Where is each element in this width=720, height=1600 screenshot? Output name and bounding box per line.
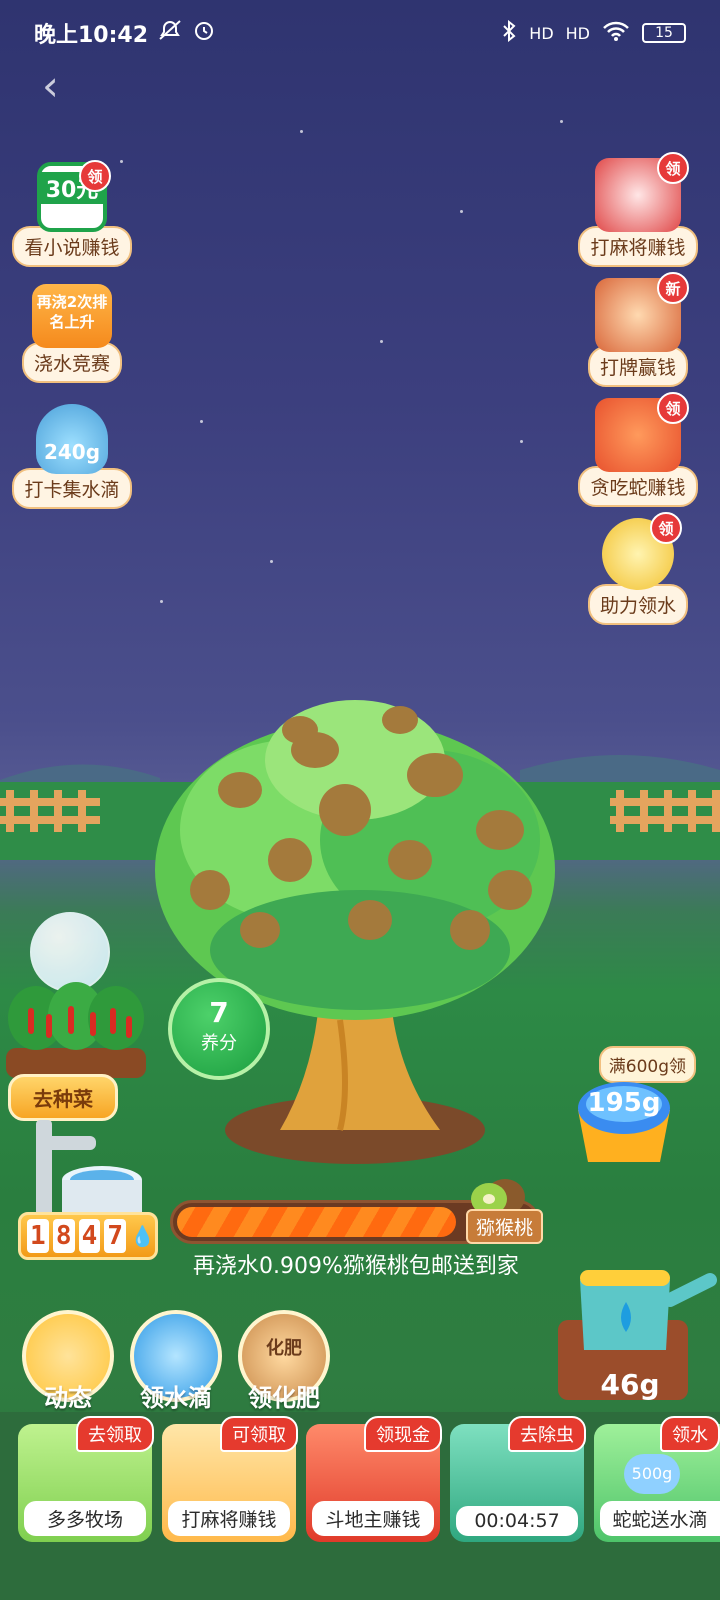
water-drop-icon: 💧 [130, 1224, 155, 1248]
water-jar-icon: 领 [602, 512, 682, 590]
task-label: 助力领水 [587, 584, 688, 625]
claim-badge: 领 [79, 160, 111, 192]
game-mahjong[interactable]: 可领取 打麻将赚钱 [162, 1416, 298, 1542]
task-watering-contest[interactable]: 再浇2次排名上升 浇水竞赛 [12, 284, 132, 383]
game-label: 打麻将赚钱 [168, 1501, 290, 1536]
game-farm[interactable]: 去领取 多多牧场 [18, 1416, 154, 1542]
back-arrow-icon[interactable]: ‹ [42, 65, 82, 107]
watering-can-button[interactable]: 46g [550, 1240, 720, 1410]
harvest-progress-bar: 猕猴桃 [170, 1179, 543, 1244]
task-label: 打麻将赚钱 [578, 226, 698, 267]
task-read-novel[interactable]: 30元 领 看小说赚钱 [12, 160, 132, 267]
activity-button[interactable]: 动态 [18, 1310, 118, 1413]
game-tag: 领现金 [364, 1416, 442, 1452]
game-doudizhu[interactable]: 领现金 斗地主赚钱 [306, 1416, 442, 1542]
alarm-icon [192, 18, 216, 48]
signal-hd-1: HD [529, 23, 554, 43]
water-collector[interactable]: 满600g领 195g [574, 1046, 704, 1176]
fruit-name: 猕猴桃 [465, 1209, 543, 1244]
game-snake-water[interactable]: 500g 领水 蛇蛇送水滴 [594, 1416, 720, 1542]
get-fertilizer-label: 领化肥 [248, 1384, 320, 1412]
water-bottle-icon: 240g [36, 404, 108, 474]
new-badge: 新 [657, 272, 689, 304]
game-label: 蛇蛇送水滴 [600, 1501, 720, 1536]
task-mahjong[interactable]: 领 打麻将赚钱 [578, 152, 698, 267]
snake-icon: 领 [595, 392, 689, 472]
rank-up-icon: 再浇2次排名上升 [32, 284, 112, 348]
water-500g-icon: 500g [624, 1454, 680, 1494]
task-label: 打卡集水滴 [12, 468, 132, 509]
nutrient-badge[interactable]: 7 养分 [168, 978, 270, 1080]
task-label: 浇水竞赛 [21, 342, 122, 383]
game-tag: 去领取 [76, 1416, 154, 1452]
fortune-god-icon: 新 [595, 272, 689, 352]
kiwi-tree[interactable] [140, 690, 580, 1180]
get-water-button[interactable]: 领水滴 [126, 1310, 226, 1413]
lucky-cat-icon: 领 [595, 152, 689, 232]
clock: 晚上10:42 [34, 23, 149, 48]
game-label: 斗地主赚钱 [312, 1501, 434, 1536]
water-amount: 195g [587, 1088, 661, 1118]
water-remaining: 46g [600, 1368, 660, 1401]
get-fertilizer-button[interactable]: 化肥 领化肥 [234, 1310, 334, 1413]
game-tag: 领水 [660, 1416, 720, 1452]
chili-plants-icon [6, 982, 146, 1078]
task-label: 看小说赚钱 [12, 226, 132, 267]
task-snake[interactable]: 领 贪吃蛇赚钱 [578, 392, 698, 507]
bluetooth-icon [501, 19, 517, 46]
nutrient-label: 养分 [201, 1033, 237, 1054]
battery-icon: 15 [642, 23, 686, 43]
mute-icon [158, 19, 182, 47]
task-checkin-water[interactable]: 240g 打卡集水滴 [12, 404, 132, 509]
task-help-water[interactable]: 领 助力领水 [578, 512, 698, 625]
claim-badge: 领 [657, 392, 689, 424]
task-label: 打牌赢钱 [587, 346, 688, 387]
claim-badge: 领 [650, 512, 682, 544]
status-bar: 晚上10:42 HD HD 15 [0, 0, 720, 66]
claim-badge: 领 [657, 152, 689, 184]
game-label: 多多牧场 [24, 1501, 146, 1536]
progress-fill [177, 1207, 456, 1237]
wifi-icon [602, 20, 630, 46]
game-tag: 去除虫 [508, 1416, 586, 1452]
nutrient-value: 7 [209, 996, 229, 1029]
game-tag: 可领取 [220, 1416, 298, 1452]
game-timer: 00:04:57 [456, 1506, 578, 1536]
signal-hd-2: HD [565, 23, 590, 43]
get-water-label: 领水滴 [140, 1384, 212, 1412]
game-debug[interactable]: 去除虫 00:04:57 [450, 1416, 586, 1542]
activity-label: 动态 [44, 1384, 92, 1412]
task-poker[interactable]: 新 打牌赢钱 [578, 272, 698, 387]
task-label: 贪吃蛇赚钱 [578, 466, 698, 507]
